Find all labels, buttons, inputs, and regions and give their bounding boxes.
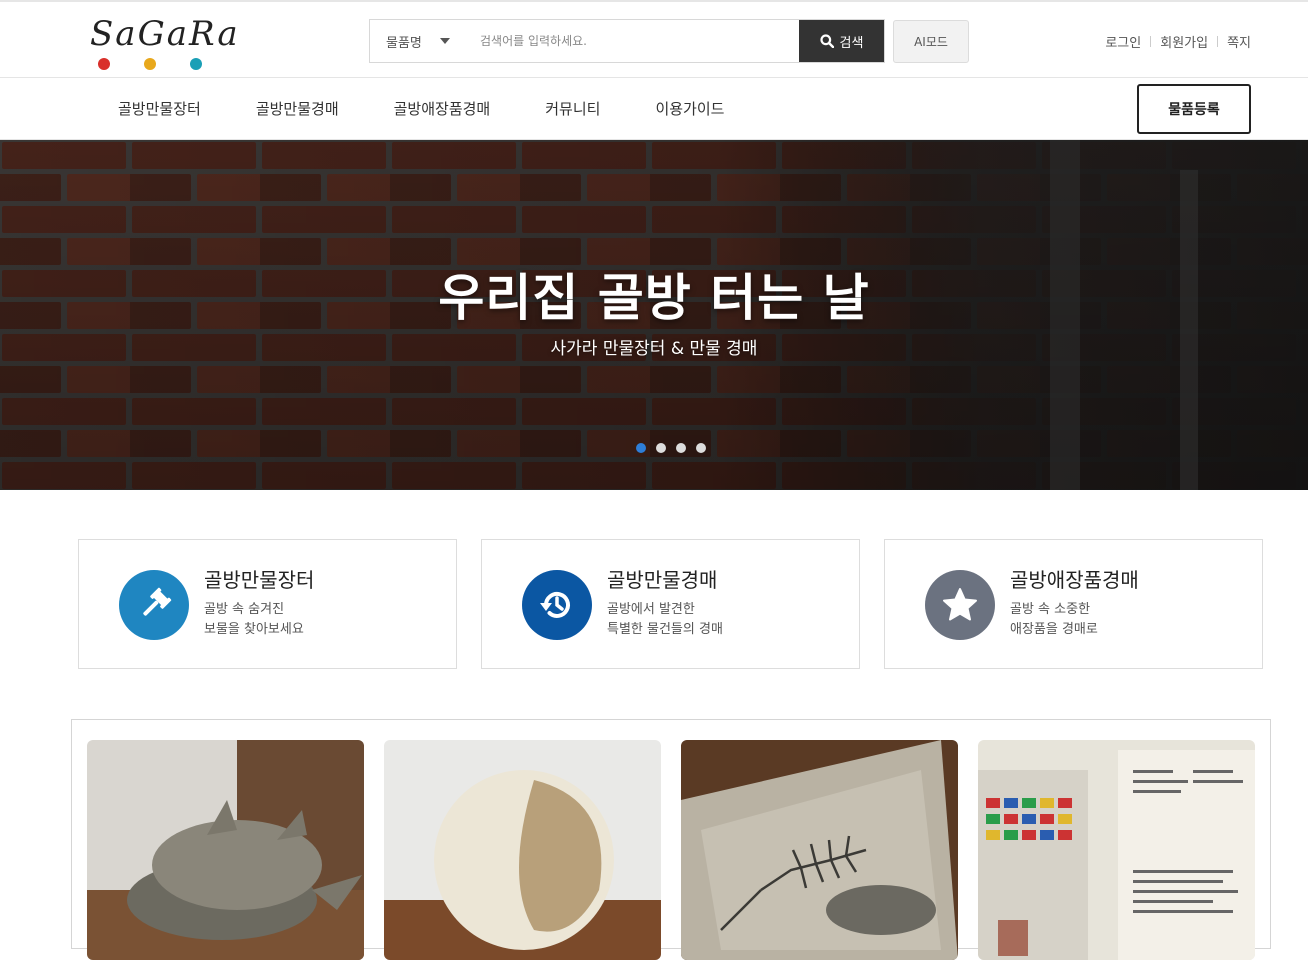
feature-desc-line: 골방 속 숨겨진 xyxy=(204,602,285,617)
nav-item-guide[interactable]: 이용가이드 xyxy=(655,98,724,119)
signup-link[interactable]: 회원가입 xyxy=(1160,32,1208,51)
feature-desc-line: 골방 속 소중한 xyxy=(1010,602,1091,617)
feature-desc-line: 보물을 찾아보세요 xyxy=(204,622,304,637)
carousel-dot[interactable] xyxy=(696,443,706,453)
carousel-dot[interactable] xyxy=(636,443,646,453)
feature-title: 골방애장품경매 xyxy=(1010,568,1139,592)
product-card[interactable] xyxy=(384,740,661,960)
feature-desc-line: 특별한 물건들의 경매 xyxy=(607,622,723,637)
login-link[interactable]: 로그인 xyxy=(1105,32,1141,51)
fossil-image xyxy=(681,740,958,960)
feature-card-collectible[interactable]: 골방애장품경매 골방 속 소중한 애장품을 경매로 xyxy=(884,539,1263,669)
ai-mode-button[interactable]: AI모드 xyxy=(893,20,969,63)
feature-icon-circle xyxy=(522,570,592,640)
carousel-indicators xyxy=(636,443,706,453)
nav-item-auction[interactable]: 골방만물경매 xyxy=(256,98,339,119)
logo-dot-yellow xyxy=(144,58,156,70)
star-icon xyxy=(943,588,977,621)
site-header: SaGaRa 물품명 검색 AI모드 로그인 회원가입 쪽지 xyxy=(0,2,1308,78)
register-item-button[interactable]: 물품등록 xyxy=(1137,84,1251,134)
main-nav: 골방만물장터 골방만물경매 골방애장품경매 커뮤니티 이용가이드 물품등록 xyxy=(0,78,1308,140)
feature-card-auction[interactable]: 골방만물경매 골방에서 발견한 특별한 물건들의 경매 xyxy=(481,539,860,669)
product-list xyxy=(71,719,1271,960)
stone-ball-image xyxy=(384,740,661,960)
feature-desc-line: 골방에서 발견한 xyxy=(607,602,695,617)
site-logo[interactable]: SaGaRa xyxy=(90,14,238,70)
product-card[interactable] xyxy=(978,740,1255,960)
nav-item-collectible-auction[interactable]: 골방애장품경매 xyxy=(394,98,491,119)
stamp-book-image xyxy=(978,740,1255,960)
hero-title: 우리집 골방 터는 날 xyxy=(438,269,870,327)
gavel-icon xyxy=(143,587,172,616)
hero-subtitle: 사가라 만물장터 & 만물 경매 xyxy=(550,339,758,359)
search-button[interactable]: 검색 xyxy=(799,20,884,62)
message-link[interactable]: 쪽지 xyxy=(1227,32,1251,51)
carousel-dot[interactable] xyxy=(676,443,686,453)
register-item-label: 물품등록 xyxy=(1168,102,1220,118)
pottery-image xyxy=(87,740,364,960)
product-card[interactable] xyxy=(87,740,364,960)
logo-dot-red xyxy=(98,58,110,70)
logo-dot-teal xyxy=(190,58,202,70)
search-category-select[interactable]: 물품명 xyxy=(370,20,462,62)
feature-description: 골방에서 발견한 특별한 물건들의 경매 xyxy=(607,600,723,640)
util-links: 로그인 회원가입 쪽지 xyxy=(1105,32,1251,51)
search-bar: 물품명 검색 xyxy=(369,19,885,63)
history-icon xyxy=(540,591,570,618)
feature-card-market[interactable]: 골방만물장터 골방 속 숨겨진 보물을 찾아보세요 xyxy=(78,539,457,669)
ai-mode-label: AI모드 xyxy=(914,35,948,49)
nav-item-community[interactable]: 커뮤니티 xyxy=(545,98,600,119)
divider xyxy=(1217,36,1219,47)
feature-cards: 골방만물장터 골방 속 숨겨진 보물을 찾아보세요 골방만물경매 골방에서 발견… xyxy=(78,539,1263,669)
logo-text: SaGaRa xyxy=(90,14,240,54)
nav-menu: 골방만물장터 골방만물경매 골방애장품경매 커뮤니티 이용가이드 xyxy=(118,78,779,138)
caret-down-icon xyxy=(440,38,450,44)
search-input[interactable] xyxy=(462,20,799,62)
product-card[interactable] xyxy=(681,740,958,960)
search-button-label: 검색 xyxy=(839,35,864,51)
hero-banner[interactable]: 우리집 골방 터는 날 사가라 만물장터 & 만물 경매 xyxy=(0,140,1308,490)
carousel-dot[interactable] xyxy=(656,443,666,453)
feature-description: 골방 속 소중한 애장품을 경매로 xyxy=(1010,600,1098,640)
feature-icon-circle xyxy=(925,570,995,640)
divider xyxy=(1150,36,1152,47)
nav-item-market[interactable]: 골방만물장터 xyxy=(118,98,201,119)
search-category-value: 물품명 xyxy=(386,35,422,51)
search-icon xyxy=(819,34,834,48)
feature-desc-line: 애장품을 경매로 xyxy=(1010,622,1098,637)
feature-description: 골방 속 숨겨진 보물을 찾아보세요 xyxy=(204,600,304,640)
feature-title: 골방만물장터 xyxy=(204,568,315,592)
feature-icon-circle xyxy=(119,570,189,640)
feature-title: 골방만물경매 xyxy=(607,568,718,592)
